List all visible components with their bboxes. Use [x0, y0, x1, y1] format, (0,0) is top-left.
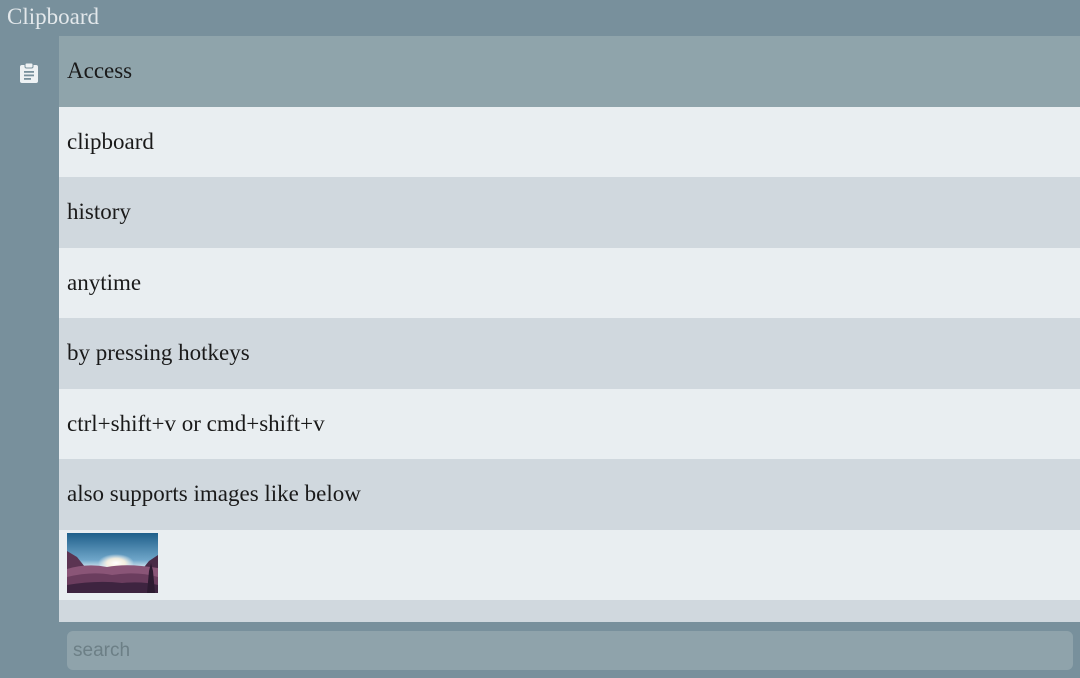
history-item-text: ctrl+shift+v or cmd+shift+v: [67, 410, 325, 436]
search-input[interactable]: [67, 631, 1073, 670]
search-bar: [67, 631, 1073, 670]
history-item-text: history: [67, 199, 131, 225]
app-title: Clipboard: [7, 4, 99, 29]
history-item-text: by pressing hotkeys: [67, 340, 250, 366]
clipboard-history-list: Access clipboard history anytime by pres…: [59, 36, 1080, 622]
mountain-sunset-image: [67, 532, 158, 593]
history-item[interactable]: history: [59, 177, 1080, 248]
history-item-text: clipboard: [67, 128, 154, 154]
history-item-text: anytime: [67, 269, 142, 295]
history-item-empty: [59, 600, 1080, 622]
history-item[interactable]: by pressing hotkeys: [59, 318, 1080, 389]
history-item[interactable]: ctrl+shift+v or cmd+shift+v: [59, 388, 1080, 459]
clipboard-icon[interactable]: [19, 62, 39, 84]
history-item[interactable]: anytime: [59, 247, 1080, 318]
title-bar: Clipboard: [0, 0, 1080, 36]
history-item[interactable]: Access: [59, 36, 1080, 107]
history-item-image[interactable]: [59, 529, 1080, 600]
history-item-text: Access: [67, 58, 133, 84]
sidebar: [0, 36, 59, 678]
history-item[interactable]: clipboard: [59, 106, 1080, 177]
history-item[interactable]: also supports images like below: [59, 459, 1080, 530]
history-item-text: also supports images like below: [67, 481, 361, 507]
